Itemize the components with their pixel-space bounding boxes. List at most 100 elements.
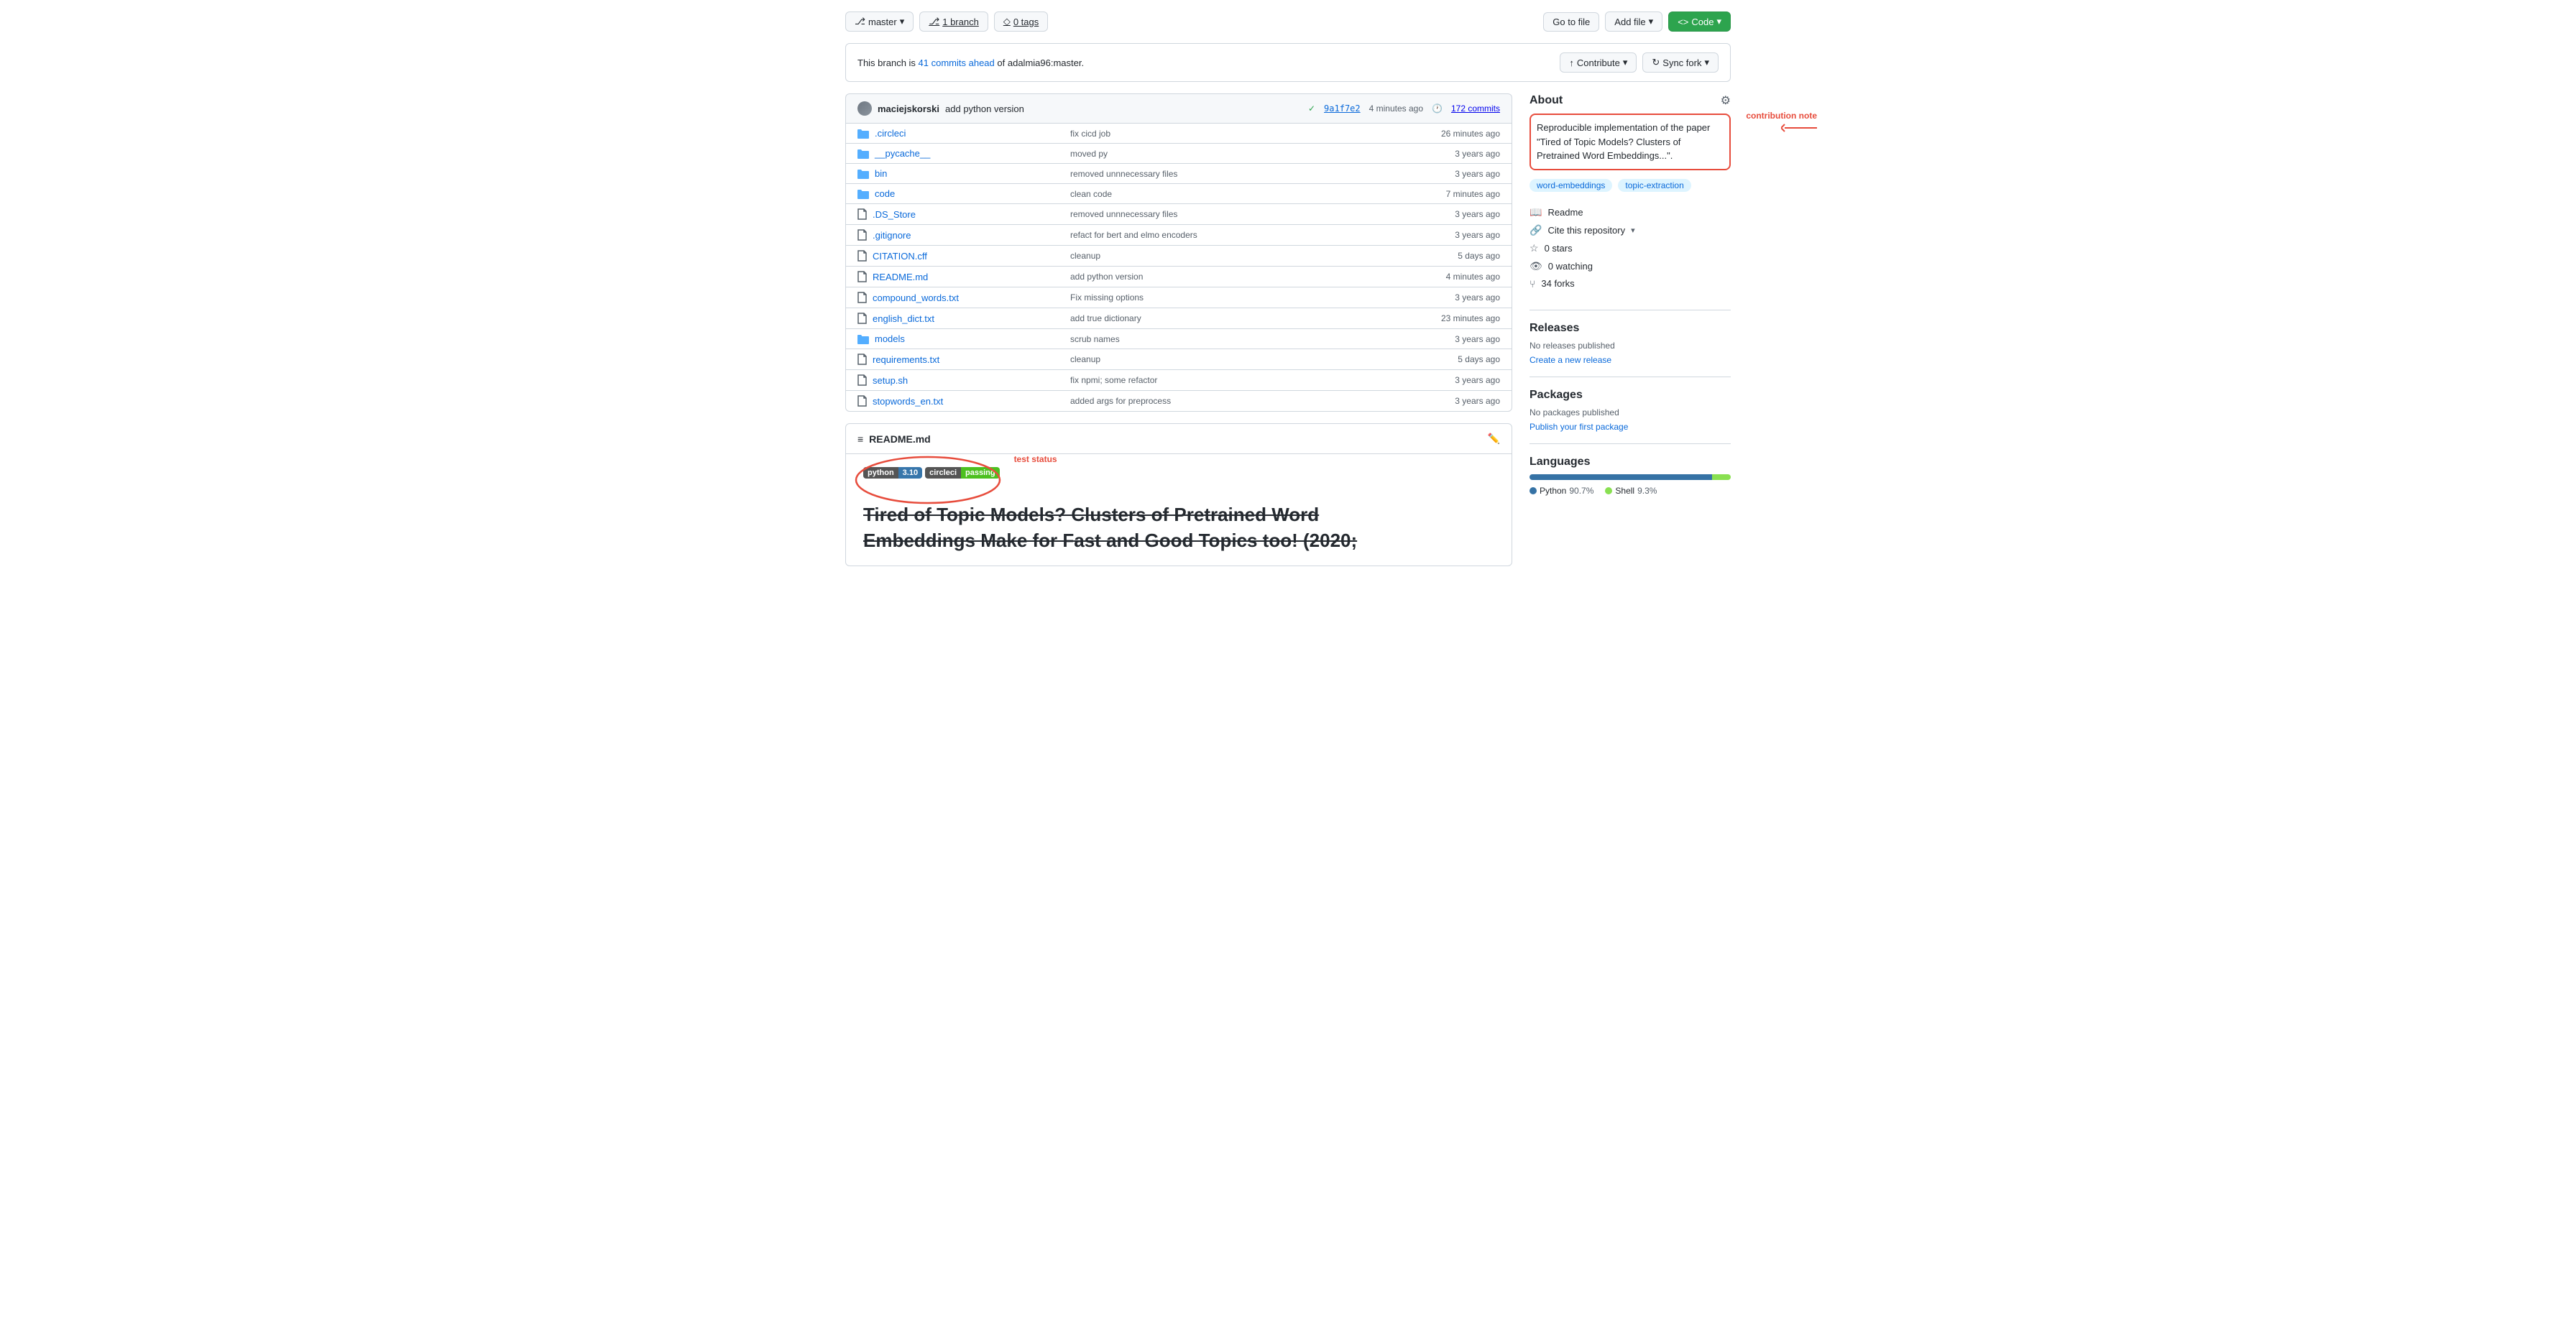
file-icon (857, 374, 867, 386)
file-name: models (857, 333, 1059, 344)
file-link[interactable]: compound_words.txt (873, 292, 959, 303)
circleci-badge-label: circleci (925, 467, 961, 479)
file-link[interactable]: english_dict.txt (873, 313, 934, 324)
folder-icon (857, 129, 869, 139)
add-file-label: Add file (1614, 17, 1645, 27)
edit-icon[interactable]: ✏️ (1488, 433, 1500, 445)
table-row: english_dict.txt add true dictionary 23 … (846, 308, 1512, 328)
file-link[interactable]: __pycache__ (875, 148, 930, 159)
file-time: 3 years ago (1399, 169, 1500, 179)
notice-prefix: This branch is (857, 57, 916, 68)
no-releases-text: No releases published (1530, 341, 1731, 351)
file-icon (857, 229, 867, 241)
add-file-button[interactable]: Add file ▾ (1605, 11, 1662, 32)
publish-package-link[interactable]: Publish your first package (1530, 422, 1628, 432)
file-commit-msg: add python version (1070, 272, 1388, 282)
file-commit-msg: removed unnnecessary files (1070, 169, 1388, 179)
file-link[interactable]: README.md (873, 272, 928, 282)
commits-ahead-link[interactable]: 41 commits ahead (919, 57, 995, 68)
folder-icon (857, 169, 869, 179)
contribution-arrow (1781, 121, 1824, 135)
file-time: 26 minutes ago (1399, 129, 1500, 139)
branch-notice-actions: ↑ Contribute ▾ ↻ Sync fork ▾ (1560, 52, 1719, 73)
releases-title: Releases (1530, 322, 1731, 335)
table-row: .circleci fix cicd job 26 minutes ago (846, 124, 1512, 143)
topic-tag-topic-extraction[interactable]: topic-extraction (1618, 179, 1690, 192)
file-commit-msg: refact for bert and elmo encoders (1070, 230, 1388, 240)
contribute-button[interactable]: ↑ Contribute ▾ (1560, 52, 1637, 73)
about-desc-wrapper: Reproducible implementation of the paper… (1530, 114, 1731, 179)
goto-file-button[interactable]: Go to file (1543, 12, 1599, 32)
python-lang-dot (1530, 487, 1537, 494)
gear-icon[interactable]: ⚙ (1721, 93, 1731, 108)
shell-lang-item: Shell 9.3% (1605, 486, 1657, 496)
commits-count-link[interactable]: 172 commits (1451, 103, 1500, 114)
file-link[interactable]: bin (875, 168, 887, 179)
book-icon: 📖 (1530, 206, 1542, 218)
folder-icon (857, 149, 869, 159)
file-commit-msg: clean code (1070, 189, 1388, 199)
file-link[interactable]: CITATION.cff (873, 251, 927, 262)
topic-tag-word-embeddings[interactable]: word-embeddings (1530, 179, 1612, 192)
about-section: About ⚙ Reproducible implementation of t… (1530, 93, 1731, 292)
cite-link[interactable]: 🔗 Cite this repository ▾ (1530, 221, 1731, 239)
commit-bar-right: ✓ 9a1f7e2 4 minutes ago 🕐 172 commits (1308, 103, 1500, 114)
chevron-down-icon: ▾ (1623, 57, 1628, 68)
chevron-down-icon: ▾ (1716, 16, 1721, 27)
file-name: .circleci (857, 128, 1059, 139)
file-time: 3 years ago (1399, 230, 1500, 240)
tag-icon: ◇ (1003, 16, 1011, 27)
file-name: english_dict.txt (857, 313, 1059, 324)
readme-link[interactable]: 📖 Readme (1530, 203, 1731, 221)
table-row: __pycache__ moved py 3 years ago (846, 143, 1512, 163)
file-time: 3 years ago (1399, 334, 1500, 344)
about-description: Reproducible implementation of the paper… (1530, 114, 1731, 170)
eye-icon: 👁 (1530, 260, 1542, 272)
file-icon (857, 208, 867, 220)
packages-section: Packages No packages published Publish y… (1530, 389, 1731, 432)
table-row: README.md add python version 4 minutes a… (846, 266, 1512, 287)
file-area: maciejskorski add python version ✓ 9a1f7… (845, 93, 1512, 566)
file-link[interactable]: .DS_Store (873, 209, 916, 220)
file-time: 3 years ago (1399, 209, 1500, 219)
shell-lang-bar (1712, 474, 1731, 480)
code-button[interactable]: <> Code ▾ (1668, 11, 1731, 32)
file-commit-msg: removed unnnecessary files (1070, 209, 1388, 219)
forks-link[interactable]: 34 forks (1541, 278, 1574, 289)
commit-bar: maciejskorski add python version ✓ 9a1f7… (845, 93, 1512, 123)
languages-section: Languages Python 90.7% Shell 9.3% (1530, 456, 1731, 496)
commit-bar-left: maciejskorski add python version (857, 101, 1024, 116)
branch-selector[interactable]: ⎇ master ▾ (845, 11, 914, 32)
file-link[interactable]: stopwords_en.txt (873, 396, 943, 407)
commit-author: maciejskorski (878, 103, 939, 114)
readme-title: Tired of Topic Models? Clusters of Pretr… (863, 502, 1494, 554)
sync-fork-button[interactable]: ↻ Sync fork ▾ (1642, 52, 1719, 73)
watching-link[interactable]: 0 watching (1548, 261, 1593, 272)
branches-link[interactable]: ⎇ 1 branch (919, 11, 988, 32)
file-name: CITATION.cff (857, 250, 1059, 262)
branch-icon-small: ⎇ (929, 16, 939, 27)
sync-fork-label: Sync fork (1662, 57, 1701, 68)
badges-container: python 3.10 circleci passing (863, 467, 1000, 479)
readme-filename: README.md (869, 433, 931, 445)
file-link[interactable]: code (875, 188, 895, 199)
about-title: About (1530, 94, 1563, 107)
file-link[interactable]: .circleci (875, 128, 906, 139)
shell-lang-percent: 9.3% (1637, 486, 1657, 496)
file-link[interactable]: requirements.txt (873, 354, 939, 365)
readme-title-line1: Tired of Topic Models? Clusters of Pretr… (863, 504, 1319, 525)
file-link[interactable]: setup.sh (873, 375, 908, 386)
table-row: compound_words.txt Fix missing options 3… (846, 287, 1512, 308)
file-link[interactable]: .gitignore (873, 230, 911, 241)
avatar (857, 101, 872, 116)
contribute-icon: ↑ (1569, 57, 1574, 68)
create-release-link[interactable]: Create a new release (1530, 355, 1611, 365)
file-commit-msg: fix npmi; some refactor (1070, 375, 1388, 385)
file-commit-msg: added args for preprocess (1070, 396, 1388, 406)
file-name: code (857, 188, 1059, 199)
stars-link[interactable]: 0 stars (1545, 243, 1573, 254)
file-link[interactable]: models (875, 333, 905, 344)
file-time: 5 days ago (1399, 354, 1500, 364)
commit-hash-link[interactable]: 9a1f7e2 (1324, 103, 1361, 114)
tags-link[interactable]: ◇ 0 tags (994, 11, 1048, 32)
